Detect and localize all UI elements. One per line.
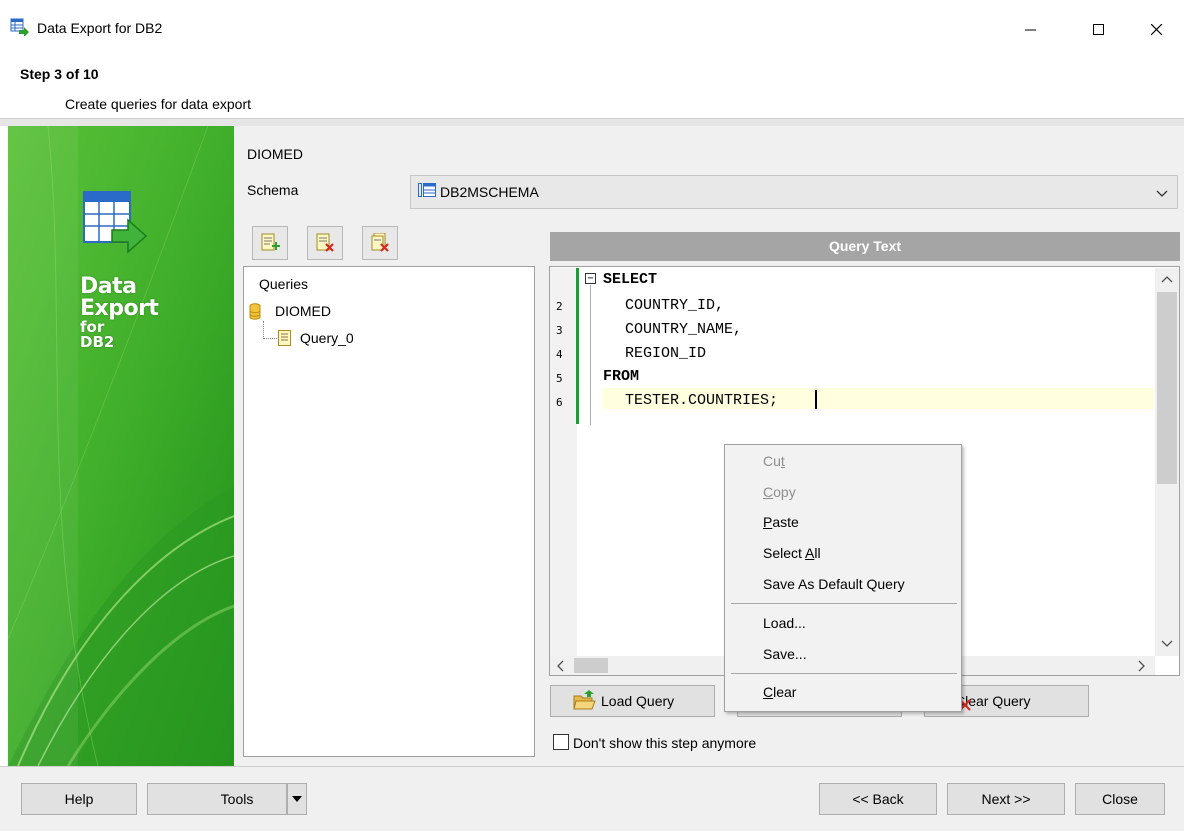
menu-item-paste[interactable]: Paste [763, 514, 799, 530]
add-query-button[interactable] [252, 226, 288, 260]
menu-item-copy-accelerator: C [763, 484, 774, 500]
menu-item-paste-label: aste [772, 514, 799, 530]
step-title: Step 3 of 10 [20, 66, 99, 82]
close-icon [1151, 24, 1163, 36]
menu-item-save[interactable]: Save... [763, 646, 807, 662]
menu-item-clear-label: lear [773, 684, 797, 700]
banner-line-export: Export [80, 296, 159, 321]
banner-line-data: Data [80, 274, 137, 299]
delete-query-icon [316, 233, 334, 252]
maximize-icon [1093, 24, 1104, 35]
delete-all-queries-icon [371, 233, 389, 252]
line-number: 5 [556, 372, 563, 385]
chevron-down-icon[interactable] [1156, 185, 1168, 201]
back-button[interactable]: << Back [819, 783, 937, 815]
tools-label: Tools [220, 791, 254, 807]
help-button[interactable]: Help [21, 783, 137, 815]
menu-item-clear-accelerator: C [763, 684, 774, 700]
schema-label: Schema [247, 182, 299, 198]
code-line: TESTER.COUNTRIES; [607, 392, 779, 409]
line-number: 4 [556, 348, 563, 361]
menu-item-cut-accelerator: t [780, 453, 785, 469]
menu-item-cut-label: Cu [763, 453, 781, 469]
header-separator [0, 118, 1184, 126]
menu-item-save-default-query[interactable]: Save As Default Query [763, 576, 905, 592]
fold-collapse-icon[interactable]: − [585, 273, 596, 284]
load-query-button[interactable]: Load Query [550, 685, 715, 717]
modified-lines-bar [576, 268, 579, 424]
maximize-button[interactable] [1076, 10, 1122, 50]
fold-guide [590, 285, 591, 425]
tree-item-query[interactable]: Query_0 [300, 330, 354, 346]
close-wizard-button[interactable]: Close [1075, 783, 1165, 815]
text-caret [815, 390, 817, 409]
menu-item-load[interactable]: Load... [763, 615, 806, 631]
back-label: << Back [852, 791, 904, 807]
menu-separator [731, 603, 957, 604]
scroll-down-icon[interactable] [1161, 637, 1173, 651]
line-number: 6 [556, 396, 563, 409]
banner-line-db2: DB2 [80, 333, 115, 351]
close-label: Close [1102, 791, 1138, 807]
tools-dropdown-button[interactable] [287, 783, 307, 815]
menu-item-select-all-accelerator: A [805, 545, 815, 561]
menu-item-paste-accelerator: P [763, 514, 773, 530]
next-button[interactable]: Next >> [947, 783, 1065, 815]
code-line: REGION_ID [607, 345, 707, 362]
menu-item-cut[interactable]: Cut [763, 453, 785, 469]
delete-query-button[interactable] [307, 226, 343, 260]
line-number-gutter [550, 268, 577, 656]
minimize-button[interactable] [1008, 10, 1054, 50]
delete-all-queries-button[interactable] [362, 226, 398, 260]
tree-item-database[interactable]: DIOMED [275, 303, 331, 319]
menu-item-select-all-label: Select [763, 545, 806, 561]
query-text-header: Query Text [550, 232, 1180, 261]
code-line: COUNTRY_ID, [607, 297, 725, 314]
menu-separator [731, 673, 957, 674]
line-number: 2 [556, 300, 563, 313]
queries-tree-header: Queries [259, 276, 309, 292]
add-query-icon [261, 233, 280, 251]
menu-item-select-all-label-end: ll [814, 545, 821, 561]
next-label: Next >> [981, 791, 1031, 807]
tree-connector [263, 321, 277, 339]
app-icon [10, 18, 30, 37]
step-subtitle: Create queries for data export [65, 96, 251, 112]
schema-icon [418, 182, 436, 201]
vertical-scroll-thumb[interactable] [1157, 292, 1177, 484]
scroll-right-icon[interactable] [1138, 660, 1146, 675]
title-bar [0, 0, 1184, 60]
menu-item-copy-label: opy [773, 484, 796, 500]
database-name: DIOMED [247, 146, 303, 162]
minimize-icon [1025, 29, 1036, 31]
dont-show-step-label[interactable]: Don't show this step anymore [573, 735, 756, 751]
banner-product-name: Data Export for DB2 [80, 274, 159, 351]
code-line: COUNTRY_NAME, [607, 321, 743, 338]
query-icon [277, 329, 293, 350]
menu-item-select-all[interactable]: Select All [763, 545, 821, 561]
dont-show-step-checkbox[interactable] [553, 734, 569, 750]
folder-open-icon [573, 690, 596, 710]
scroll-up-icon[interactable] [1161, 272, 1173, 286]
scroll-left-icon[interactable] [556, 660, 564, 675]
window-title: Data Export for DB2 [37, 20, 163, 36]
menu-item-clear[interactable]: Clear [763, 684, 796, 700]
data-export-logo-icon [82, 190, 150, 257]
code-line: SELECT [603, 271, 658, 288]
line-number: 3 [556, 324, 563, 337]
load-query-label: Load Query [601, 693, 675, 709]
menu-item-copy[interactable]: Copy [763, 484, 796, 500]
schema-value: DB2MSCHEMA [440, 184, 539, 200]
caret-down-icon [292, 796, 302, 802]
horizontal-scroll-thumb[interactable] [574, 658, 608, 673]
tools-button[interactable]: Tools [147, 783, 287, 815]
help-label: Help [64, 791, 94, 807]
close-window-button[interactable] [1134, 10, 1180, 50]
code-line: FROM [603, 368, 640, 385]
